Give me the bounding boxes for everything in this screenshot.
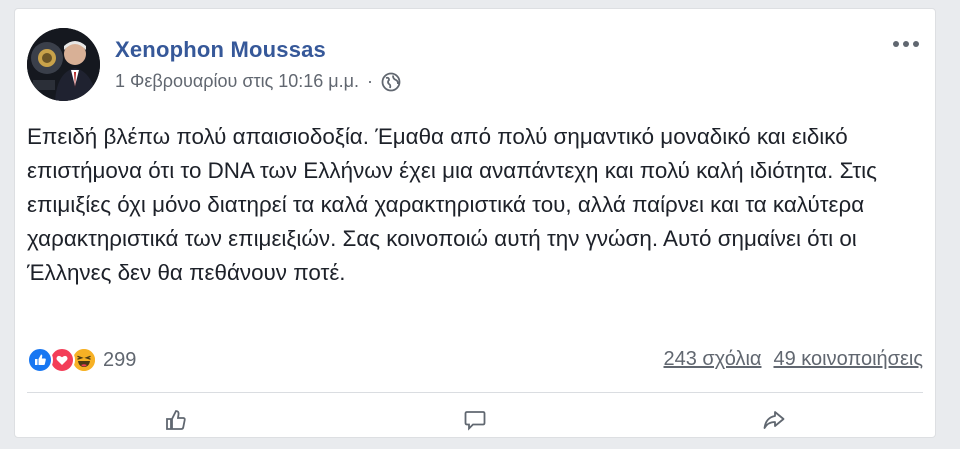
post-text: Επειδή βλέπω πολύ απαισιοδοξία. Έμαθα απ…: [27, 124, 877, 285]
author-name[interactable]: Xenophon Moussas: [115, 37, 326, 63]
reactions-summary[interactable]: 299: [27, 344, 136, 376]
actions-divider: [27, 392, 923, 393]
post-meta: 1 Φεβρουαρίου στις 10:16 μ.μ. ·: [115, 71, 401, 92]
reaction-count: 299: [103, 348, 137, 371]
comments-count-link[interactable]: 243 σχόλια: [664, 348, 762, 371]
like-icon: [27, 347, 53, 373]
comment-action-button[interactable]: [326, 409, 625, 449]
like-action-button[interactable]: [27, 409, 326, 449]
post-actions: [27, 409, 923, 449]
meta-separator: ·: [367, 71, 374, 91]
author-avatar[interactable]: [27, 28, 100, 101]
globe-icon[interactable]: [381, 72, 401, 92]
engagement-counts: 243 σχόλια 49 κοινοποιήσεις: [664, 348, 924, 371]
comment-icon: [464, 411, 486, 431]
post-stats: 299 243 σχόλια 49 κοινοποιήσεις: [27, 344, 923, 376]
share-icon: [763, 411, 785, 429]
shares-count-link[interactable]: 49 κοινοποιήσεις: [773, 348, 923, 371]
share-action-button[interactable]: [624, 409, 923, 449]
post-card: Xenophon Moussas 1 Φεβρουαρίου στις 10:1…: [14, 8, 936, 438]
thumbs-up-icon: [166, 410, 186, 430]
post-header: Xenophon Moussas 1 Φεβρουαρίου στις 10:1…: [27, 21, 923, 111]
more-options-icon[interactable]: [891, 37, 921, 51]
post-timestamp[interactable]: 1 Φεβρουαρίου στις 10:16 μ.μ.: [115, 71, 359, 92]
